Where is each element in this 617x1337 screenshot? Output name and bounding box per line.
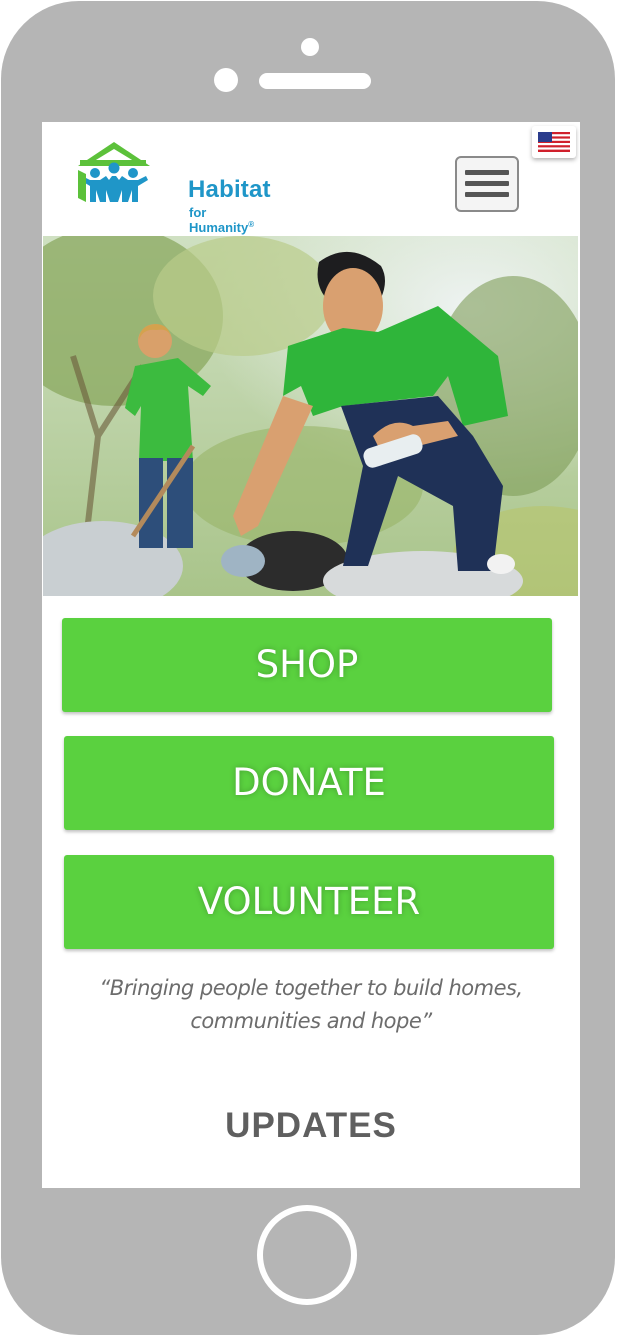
language-selector[interactable]: [532, 126, 576, 158]
logo-wordmark-habitat: Habitat: [188, 176, 271, 203]
donate-button[interactable]: DONATE: [64, 736, 554, 830]
hamburger-menu-icon-bar: [465, 181, 509, 186]
volunteer-button[interactable]: VOLUNTEER: [64, 855, 554, 949]
home-button[interactable]: [257, 1205, 357, 1305]
us-flag-icon: [538, 132, 570, 152]
hamburger-menu-icon-bar: [465, 192, 509, 197]
hero-image: [43, 236, 578, 596]
volunteers-cleaning-up-trash-photo: [43, 236, 578, 596]
tagline-line-2: communities and hope”: [190, 1009, 432, 1033]
hamburger-menu-icon: [465, 170, 509, 175]
updates-heading: UPDATES: [225, 1106, 397, 1145]
phone-screen: Habitat for Humanity® SHOP DONATE VOLUNT…: [42, 122, 580, 1188]
front-camera: [301, 38, 319, 56]
tagline-line-1: “Bringing people together to build homes…: [99, 976, 523, 1000]
earpiece-speaker: [259, 73, 371, 89]
habitat-logo[interactable]: Habitat for Humanity®: [76, 140, 271, 235]
proximity-sensor: [214, 68, 238, 92]
logo-wordmark-for-humanity: for Humanity®: [189, 205, 255, 235]
phone-frame: Habitat for Humanity® SHOP DONATE VOLUNT…: [1, 1, 615, 1335]
shop-button[interactable]: SHOP: [62, 618, 552, 712]
mission-tagline: “Bringing people together to build homes…: [62, 972, 560, 1038]
hamburger-menu-button[interactable]: [455, 156, 519, 212]
habitat-house-logo-icon: [78, 142, 150, 202]
site-header: Habitat for Humanity®: [42, 122, 580, 236]
